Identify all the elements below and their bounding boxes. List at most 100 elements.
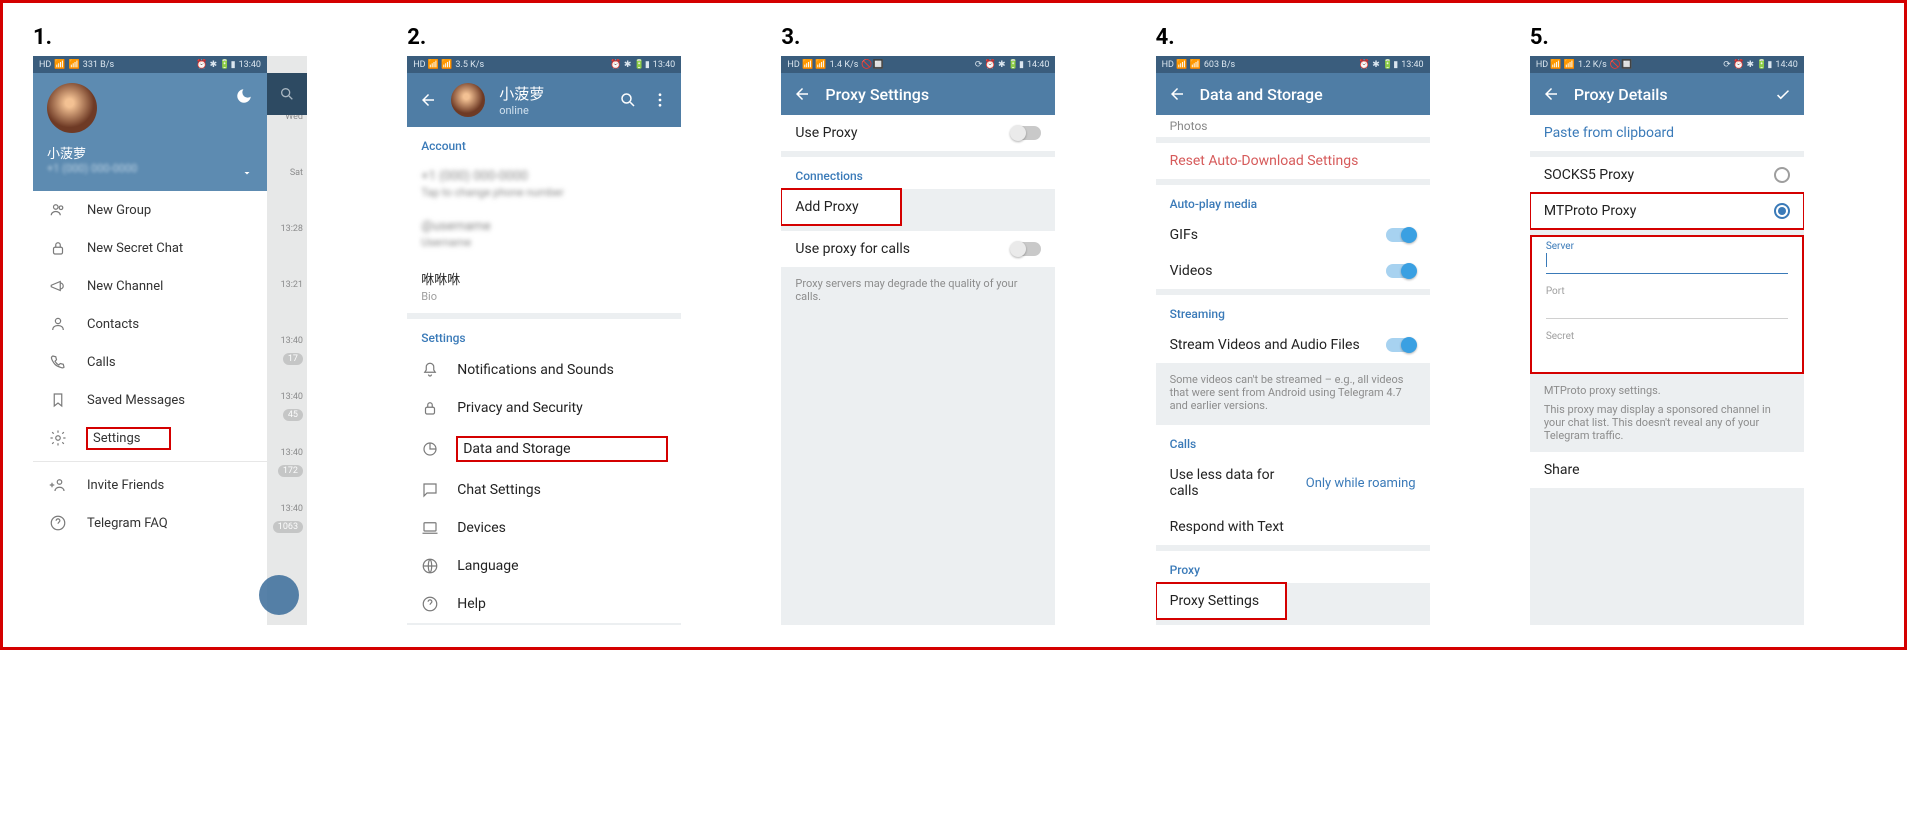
chevron-down-icon[interactable] bbox=[241, 167, 253, 179]
lock-icon bbox=[421, 399, 439, 417]
toggle-gifs[interactable] bbox=[1386, 228, 1416, 242]
row-paste-clipboard[interactable]: Paste from clipboard bbox=[1530, 115, 1804, 151]
toggle-videos[interactable] bbox=[1386, 264, 1416, 278]
back-icon[interactable] bbox=[419, 91, 437, 109]
section-streaming: Streaming bbox=[1156, 295, 1430, 327]
help-icon bbox=[421, 595, 439, 613]
page-title: Proxy Details bbox=[1574, 85, 1760, 104]
drawer-menu: New Group New Secret Chat New Channel Co… bbox=[33, 191, 267, 625]
avatar[interactable] bbox=[47, 83, 97, 133]
more-icon[interactable] bbox=[651, 91, 669, 109]
mtproto-note: MTProto proxy settings. This proxy may d… bbox=[1530, 374, 1804, 452]
status-bar: HD 📶 📶3.5 K/s ⏰ ✱ 🔋▮13:40 bbox=[407, 56, 681, 73]
globe-icon bbox=[421, 557, 439, 575]
help-icon bbox=[49, 514, 67, 532]
menu-new-group[interactable]: New Group bbox=[33, 191, 267, 229]
row-socks5[interactable]: SOCKS5 Proxy bbox=[1530, 157, 1804, 193]
toggle-use-proxy[interactable] bbox=[1011, 126, 1041, 140]
port-input[interactable] bbox=[1546, 297, 1788, 319]
add-person-icon bbox=[49, 476, 67, 494]
step-3-column: 3. HD 📶 📶1.4 K/s🚫🔲 ⟳ ⏰ ✱ 🔋▮14:40 Proxy S… bbox=[781, 25, 1125, 625]
page-title: Data and Storage bbox=[1200, 85, 1418, 104]
app-bar: Proxy Settings bbox=[781, 73, 1055, 115]
field-server[interactable]: Server bbox=[1532, 237, 1802, 282]
search-button[interactable] bbox=[267, 73, 307, 115]
row-stream[interactable]: Stream Videos and Audio Files bbox=[1156, 327, 1430, 363]
row-share[interactable]: Share bbox=[1530, 452, 1804, 488]
row-help[interactable]: Help bbox=[407, 585, 681, 623]
toggle-stream[interactable] bbox=[1386, 338, 1416, 352]
row-language[interactable]: Language bbox=[407, 547, 681, 585]
status-bar: HD 📶 📶603 B/s ⏰ ✱ 🔋▮13:40 bbox=[1156, 56, 1430, 73]
row-username[interactable]: @usernameUsername bbox=[407, 209, 681, 259]
search-icon bbox=[279, 86, 295, 102]
row-devices[interactable]: Devices bbox=[407, 509, 681, 547]
status-bar: HD 📶 📶1.4 K/s🚫🔲 ⟳ ⏰ ✱ 🔋▮14:40 bbox=[781, 56, 1055, 73]
secret-input[interactable] bbox=[1546, 342, 1788, 364]
step-number: 4. bbox=[1156, 25, 1500, 50]
phone-screen-3: HD 📶 📶1.4 K/s🚫🔲 ⟳ ⏰ ✱ 🔋▮14:40 Proxy Sett… bbox=[781, 56, 1055, 625]
section-proxy: Proxy bbox=[1156, 551, 1430, 583]
back-icon[interactable] bbox=[793, 85, 811, 103]
back-icon[interactable] bbox=[1168, 85, 1186, 103]
megaphone-icon bbox=[49, 277, 67, 295]
menu-saved-messages[interactable]: Saved Messages bbox=[33, 381, 267, 419]
stream-note: Some videos can't be streamed – e.g., al… bbox=[1156, 363, 1430, 422]
back-icon[interactable] bbox=[1542, 85, 1560, 103]
menu-settings[interactable]: Settings bbox=[33, 419, 267, 457]
row-use-proxy[interactable]: Use Proxy bbox=[781, 115, 1055, 151]
app-bar: Proxy Details bbox=[1530, 73, 1804, 115]
chat-icon bbox=[421, 481, 439, 499]
row-chat-settings[interactable]: Chat Settings bbox=[407, 471, 681, 509]
menu-calls[interactable]: Calls bbox=[33, 343, 267, 381]
menu-telegram-faq[interactable]: Telegram FAQ bbox=[33, 504, 267, 542]
row-gifs[interactable]: GIFs bbox=[1156, 217, 1430, 253]
page-title: Proxy Settings bbox=[825, 85, 1043, 104]
field-port[interactable]: Port bbox=[1532, 282, 1802, 327]
menu-contacts[interactable]: Contacts bbox=[33, 305, 267, 343]
menu-new-channel[interactable]: New Channel bbox=[33, 267, 267, 305]
row-reset-auto-download[interactable]: Reset Auto-Download Settings bbox=[1156, 143, 1430, 179]
step-number: 2. bbox=[407, 25, 751, 50]
avatar[interactable] bbox=[451, 83, 485, 117]
row-less-data[interactable]: Use less data for callsOnly while roamin… bbox=[1156, 457, 1430, 509]
lock-icon bbox=[49, 239, 67, 257]
user-phone: +1 (000) 000-0000 bbox=[47, 162, 253, 175]
row-respond-text[interactable]: Respond with Text bbox=[1156, 509, 1430, 545]
section-settings: Settings bbox=[407, 319, 681, 351]
search-icon[interactable] bbox=[619, 91, 637, 109]
proxy-fields-group: Server Port Secret bbox=[1530, 235, 1804, 374]
bell-icon bbox=[421, 361, 439, 379]
row-notifications[interactable]: Notifications and Sounds bbox=[407, 351, 681, 389]
step-number: 3. bbox=[781, 25, 1125, 50]
night-mode-icon[interactable] bbox=[235, 87, 253, 105]
row-use-proxy-calls[interactable]: Use proxy for calls bbox=[781, 231, 1055, 267]
row-videos[interactable]: Videos bbox=[1156, 253, 1430, 289]
row-data-storage[interactable]: Data and Storage bbox=[407, 427, 681, 471]
phone-screen-2: HD 📶 📶3.5 K/s ⏰ ✱ 🔋▮13:40 小菠萝 online Acc… bbox=[407, 56, 681, 625]
section-account: Account bbox=[407, 127, 681, 159]
row-mtproto[interactable]: MTProto Proxy bbox=[1530, 193, 1804, 229]
compose-fab[interactable] bbox=[259, 575, 299, 615]
row-bio[interactable]: 咻咻咻Bio bbox=[407, 259, 681, 313]
settings-label: Settings bbox=[87, 428, 170, 449]
pie-icon bbox=[421, 440, 439, 458]
app-version: Telegram for Android v5.15.0 (1869) arm6… bbox=[407, 623, 681, 625]
navigation-drawer: HD📶📶331 B/s ⏰ ✱ 🔋▮13:40 小菠萝 +1 (000) 000… bbox=[33, 56, 267, 625]
radio-socks5[interactable] bbox=[1774, 167, 1790, 183]
toggle-proxy-calls[interactable] bbox=[1011, 242, 1041, 256]
row-privacy[interactable]: Privacy and Security bbox=[407, 389, 681, 427]
row-phone[interactable]: +1 (000) 000-0000Tap to change phone num… bbox=[407, 159, 681, 209]
field-secret[interactable]: Secret bbox=[1532, 327, 1802, 372]
phone-screen-4: HD 📶 📶603 B/s ⏰ ✱ 🔋▮13:40 Data and Stora… bbox=[1156, 56, 1430, 625]
check-icon[interactable] bbox=[1774, 85, 1792, 103]
menu-new-secret-chat[interactable]: New Secret Chat bbox=[33, 229, 267, 267]
row-add-proxy[interactable]: Add Proxy bbox=[781, 189, 901, 225]
radio-mtproto[interactable] bbox=[1774, 203, 1790, 219]
row-photos[interactable]: Photos bbox=[1156, 115, 1430, 137]
menu-invite-friends[interactable]: Invite Friends bbox=[33, 466, 267, 504]
section-connections: Connections bbox=[781, 157, 1055, 189]
server-input[interactable] bbox=[1546, 252, 1788, 274]
row-proxy-settings[interactable]: Proxy Settings bbox=[1156, 583, 1286, 619]
step-1-column: 1. HD📶📶331 B/s ⏰ ✱ 🔋▮13:40 小菠萝 +1 (000) … bbox=[33, 25, 377, 625]
